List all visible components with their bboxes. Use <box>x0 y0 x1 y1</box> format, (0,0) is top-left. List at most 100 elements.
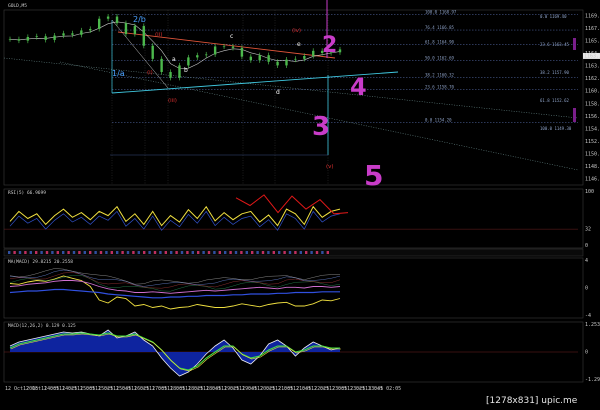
wave-label: (iii) <box>168 98 177 104</box>
separator-tick <box>267 251 270 254</box>
rsi-title: RSI(5) 66.9699 <box>8 190 46 196</box>
indicator-title: MA(MACD) 29.8215 20.2558 <box>8 259 73 265</box>
price-candle-body <box>151 45 154 59</box>
separator-tick <box>224 251 227 254</box>
separator-tick <box>110 251 113 254</box>
separator-tick <box>256 251 259 254</box>
price-axis-tick: 1169.60 <box>585 14 600 20</box>
separator-tick <box>29 251 32 254</box>
price-candle-body <box>240 47 244 57</box>
price-axis-tick: 1156.45 <box>585 114 600 120</box>
current-price-label: 1163.30 <box>584 54 600 60</box>
fib-right-label: 0.0 1169.40 <box>540 14 567 19</box>
fib-right-label: 100.0 1149.30 <box>540 126 572 131</box>
separator-tick <box>35 251 38 254</box>
price-candle-body <box>178 65 181 78</box>
fib-right-label: 23.6 1163.45 <box>540 42 569 47</box>
price-candle-body <box>44 36 47 40</box>
price-candle-body <box>62 33 65 36</box>
price-axis-tick: 1162.10 <box>585 76 600 82</box>
price-axis-tick: 1146.65 <box>585 177 600 183</box>
separator-tick <box>56 251 59 254</box>
price-candle-body <box>267 55 270 62</box>
separator-tick <box>283 251 286 254</box>
separator-tick <box>299 251 302 254</box>
indicator-axis-tick: 4 <box>585 258 588 264</box>
price-axis-tick: 1165.65 <box>585 39 600 45</box>
wave-label: b <box>184 67 188 74</box>
price-candle-body <box>133 26 137 35</box>
separator-tick <box>83 251 86 254</box>
price-candle-body <box>160 58 163 72</box>
separator-tick <box>148 251 151 254</box>
price-candle-body <box>89 28 92 31</box>
wave-label: a <box>172 56 176 63</box>
price-candle-body <box>312 50 315 56</box>
fib-level-label: 50.0 1162.69 <box>425 55 454 60</box>
price-candle-body <box>26 36 30 41</box>
chart-window: 100.0 1168.97 76.4 1166.85 61.8 1164.90 50.… <box>0 0 600 410</box>
separator-tick <box>305 251 308 254</box>
price-axis-tick: 1158.35 <box>585 101 600 107</box>
separator-tick <box>45 251 49 254</box>
price-candle-body <box>276 61 279 66</box>
separator-tick <box>13 251 16 254</box>
price-candle-body <box>187 57 190 66</box>
separator-tick <box>40 251 43 254</box>
price-candle-body <box>71 33 74 35</box>
separator-tick <box>137 251 140 254</box>
price-candle-body <box>285 59 288 66</box>
separator-tick <box>278 251 281 254</box>
fib-right-label: 61.8 1152.62 <box>540 98 569 103</box>
separator-tick <box>121 251 124 254</box>
time-axis: 12 Oct 201512 Oct 14:0512 Oct 14:2512 Oc… <box>5 386 401 392</box>
price-candle-body <box>196 55 199 58</box>
fib-level-label: 23.6 1158.70 <box>425 84 454 89</box>
hand-drawn-label: 4 <box>350 73 367 101</box>
macd-title: MACD(12,26,2) 0.129 0.125 <box>8 323 76 329</box>
separator-tick <box>180 251 184 254</box>
price-candle-body <box>53 35 56 40</box>
chart-title: GOLD,M5 <box>8 3 27 9</box>
price-candle-body <box>222 46 226 48</box>
separator-tick <box>288 251 292 254</box>
price-candle-body <box>17 39 21 41</box>
separator-tick <box>170 251 173 254</box>
separator-tick <box>240 251 243 254</box>
price-axis-tick: 1154.40 <box>585 126 600 132</box>
rsi-axis-tick: 32 <box>585 227 591 233</box>
fib-level-label: 38.2 1160.32 <box>425 73 454 78</box>
price-axis-tick: 1163.25 <box>585 64 600 70</box>
wave-label: e <box>297 41 301 48</box>
separator-tick <box>18 251 22 254</box>
hand-drawn-label: 3 <box>312 112 330 142</box>
watermark: [1278x831] upic.me <box>486 396 578 406</box>
price-candle-body <box>80 30 83 35</box>
price-candle-body <box>142 26 145 46</box>
separator-tick <box>116 251 119 254</box>
separator-tick <box>272 251 275 254</box>
price-candle-body <box>205 54 208 56</box>
hand-drawn-label: 5 <box>364 159 383 192</box>
separator-tick <box>24 251 27 254</box>
fib-level-label: 100.0 1168.97 <box>425 10 457 15</box>
price-candle-body <box>249 56 253 61</box>
chart-svg: 100.0 1168.9776.4 1166.8561.8 1164.9050.… <box>0 0 600 410</box>
separator-tick <box>229 251 232 254</box>
separator-tick <box>197 251 200 254</box>
separator-tick <box>202 251 205 254</box>
wave-label: (ii) <box>155 32 162 38</box>
separator-tick <box>294 251 297 254</box>
separator-tick <box>159 251 162 254</box>
wave-label: 1/a <box>112 69 125 78</box>
separator-tick <box>186 251 189 254</box>
macd-axis-tick: -1.292 <box>585 377 600 383</box>
macd-axis-tick: 1.253 <box>585 322 600 328</box>
separator-tick <box>126 251 130 254</box>
rsi-axis-tick: 100 <box>585 189 594 195</box>
separator-tick <box>153 251 157 254</box>
fib-right-label: 38.2 1157.90 <box>540 70 569 75</box>
separator-tick <box>218 251 221 254</box>
price-axis-tick: 1167.65 <box>585 26 600 32</box>
rsi-axis-tick: 0 <box>585 243 588 249</box>
